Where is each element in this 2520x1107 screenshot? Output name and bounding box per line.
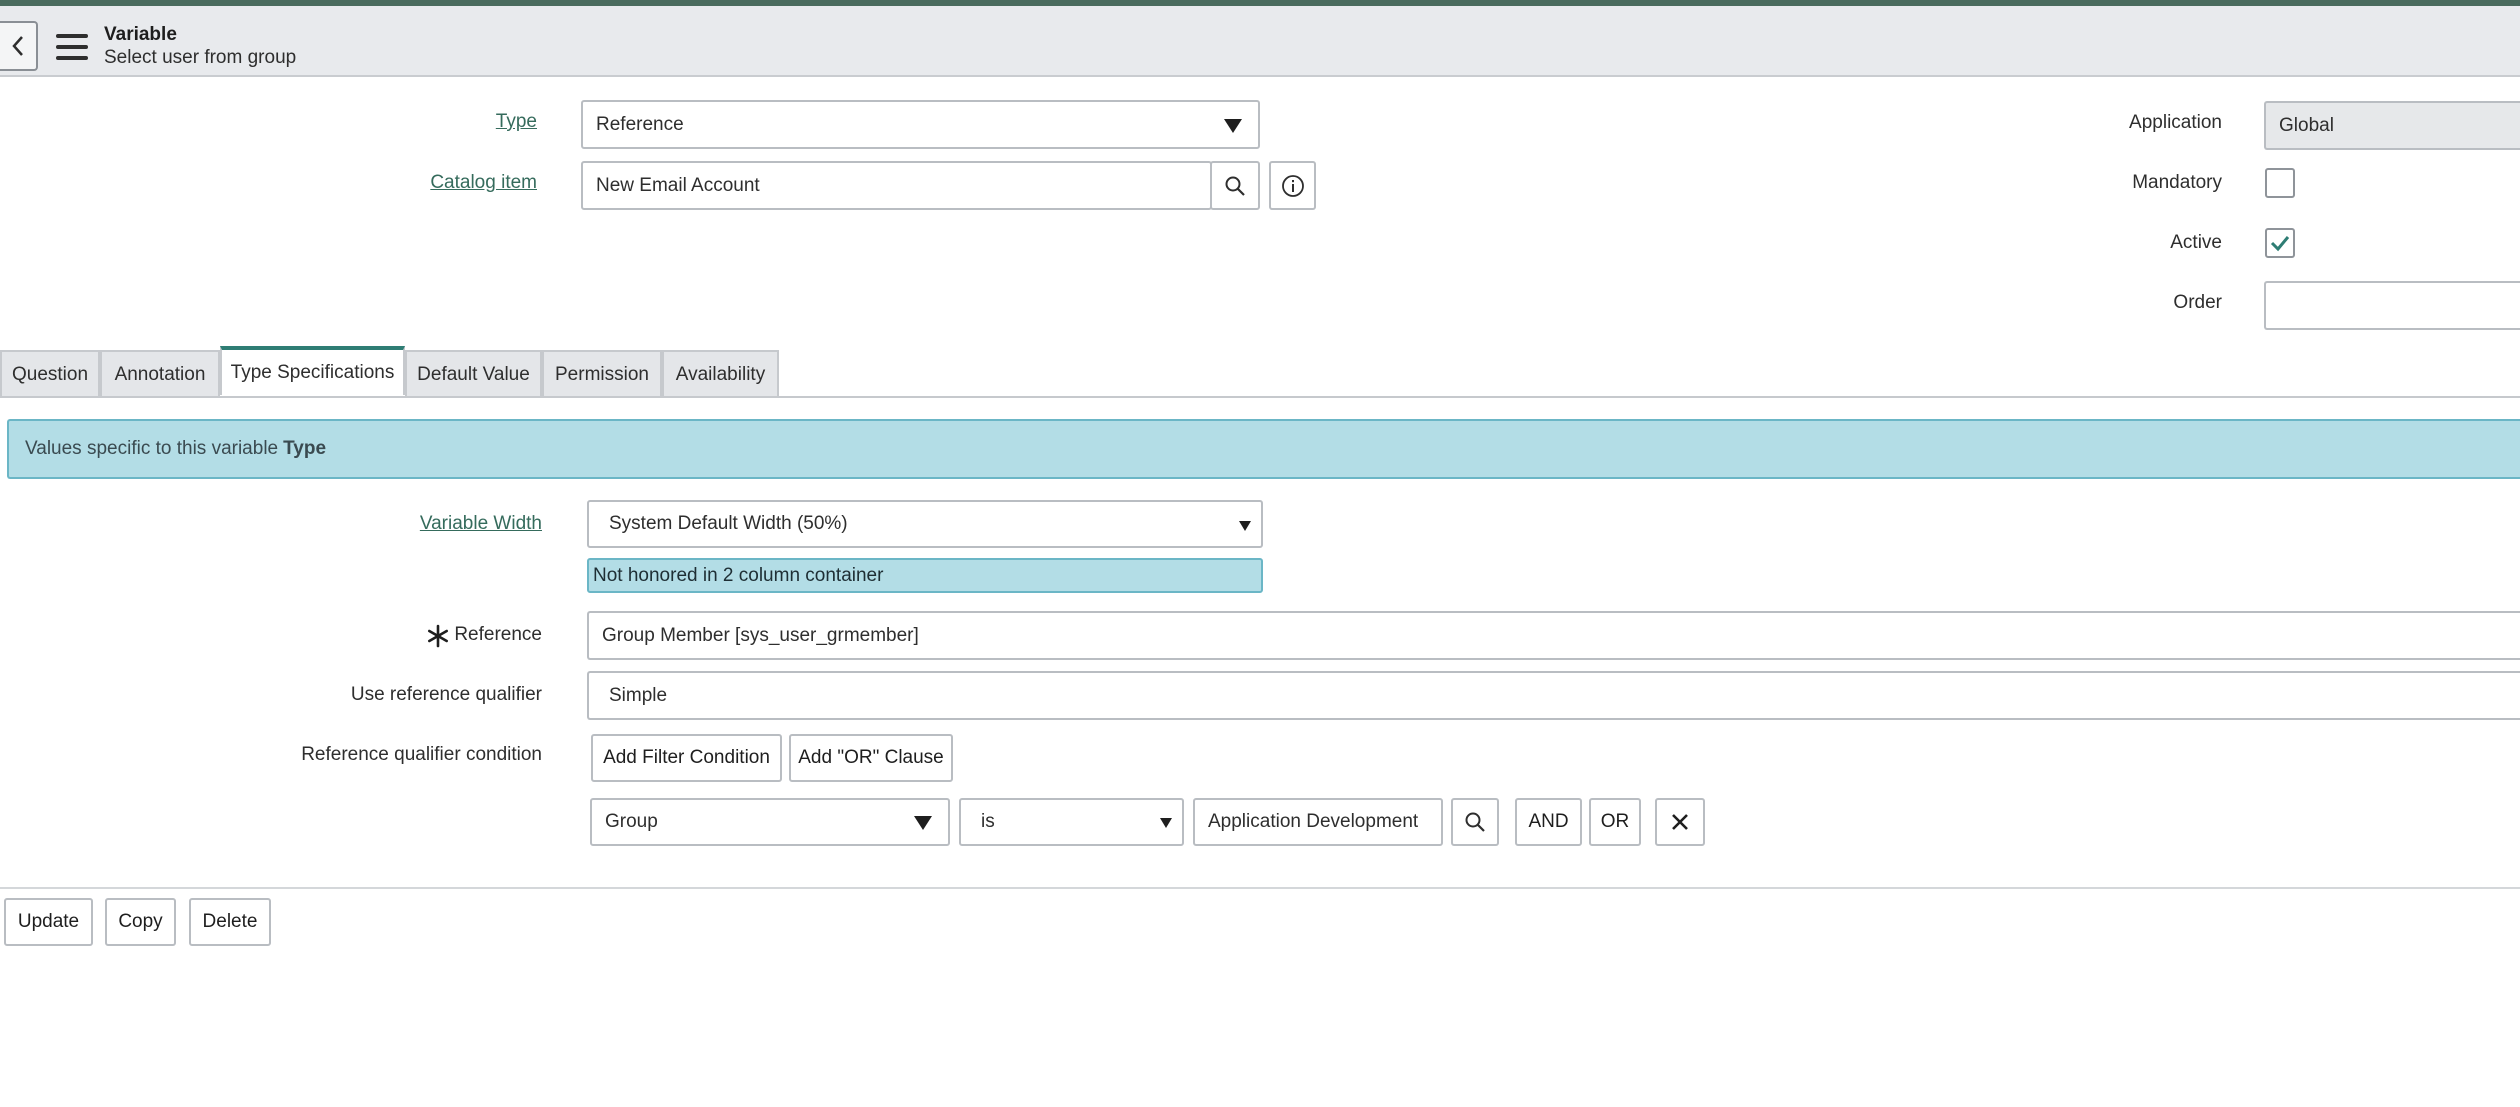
update-button[interactable]: Update [4,898,93,946]
order-field[interactable] [2264,281,2520,330]
reference-label: Reference [454,624,542,645]
info-banner-text: Values specific to this variable [25,438,279,459]
page-subtitle: Select user from group [104,47,297,68]
variable-width-value: System Default Width (50%) [609,513,848,534]
ref-qualifier-condition-label: Reference qualifier condition [301,744,542,765]
close-icon [1672,814,1688,830]
tab-divider [0,396,2520,398]
application-field: Global [2264,101,2520,150]
reference-value: Group Member [sys_user_grmember] [602,624,919,646]
tab-annotation[interactable]: Annotation [100,350,220,397]
application-value: Global [2279,114,2334,136]
info-icon [1281,174,1304,197]
type-info-banner: Values specific to this variable Type [7,419,2520,479]
condition-value-text: Application Development [1208,811,1419,832]
delete-condition-button[interactable] [1655,798,1705,846]
tab-type-specifications[interactable]: Type Specifications [220,346,405,395]
form-separator [0,887,2520,889]
use-ref-qualifier-label: Use reference qualifier [350,684,542,705]
tab-default-value[interactable]: Default Value [405,350,542,397]
tab-availability[interactable]: Availability [662,350,779,397]
catalog-item-label[interactable]: Catalog item [380,172,537,194]
condition-operator-select[interactable]: is [959,798,1184,846]
dropdown-caret-icon [914,816,932,830]
variable-width-label[interactable]: Variable Width [300,513,542,535]
chevron-left-icon [12,36,23,56]
condition-value-input[interactable]: Application Development [1193,798,1443,846]
condition-field-select[interactable]: Group [590,798,950,846]
search-icon [1225,176,1245,196]
condition-lookup-button[interactable] [1451,798,1499,846]
catalog-item-field[interactable]: New Email Account [581,161,1212,210]
mandatory-label: Mandatory [2132,172,2222,193]
use-ref-qualifier-value: Simple [609,684,668,706]
checkmark-icon [2270,236,2290,252]
width-note-badge: Not honored in 2 column container [587,558,1263,593]
type-select[interactable]: Reference [581,100,1260,149]
application-label: Application [2129,112,2222,133]
and-button[interactable]: AND [1515,798,1582,846]
info-banner-bold: Type [283,438,327,459]
page-title: Variable [104,24,177,45]
back-button[interactable] [0,21,38,71]
order-label: Order [2173,292,2222,313]
add-filter-condition-button[interactable]: Add Filter Condition [591,734,782,782]
variable-width-select[interactable]: System Default Width (50%) [587,500,1263,548]
active-label: Active [2170,232,2222,253]
search-icon [1465,812,1485,832]
reference-field[interactable]: Group Member [sys_user_grmember] [587,611,2520,660]
add-or-clause-button[interactable]: Add "OR" Clause [789,734,953,782]
condition-operator-value: is [981,811,995,832]
delete-button[interactable]: Delete [189,898,271,946]
type-select-value: Reference [596,113,684,135]
use-ref-qualifier-select[interactable]: Simple [587,671,2520,720]
active-checkbox[interactable] [2265,228,2295,258]
condition-field-value: Group [605,811,658,832]
type-label[interactable]: Type [380,111,537,133]
form-header: Variable Select user from group [0,6,2520,77]
dropdown-caret-icon [1239,521,1251,531]
dropdown-caret-icon [1160,818,1172,828]
catalog-item-value: New Email Account [596,174,760,196]
tab-permission[interactable]: Permission [542,350,662,397]
copy-button[interactable]: Copy [105,898,176,946]
tab-question[interactable]: Question [0,350,100,397]
catalog-lookup-button[interactable] [1210,161,1260,210]
dropdown-caret-icon [1224,119,1242,133]
catalog-info-button[interactable] [1269,161,1316,210]
or-button[interactable]: OR [1589,798,1641,846]
mandatory-checkbox[interactable] [2265,168,2295,198]
hamburger-menu-icon[interactable] [56,34,88,60]
